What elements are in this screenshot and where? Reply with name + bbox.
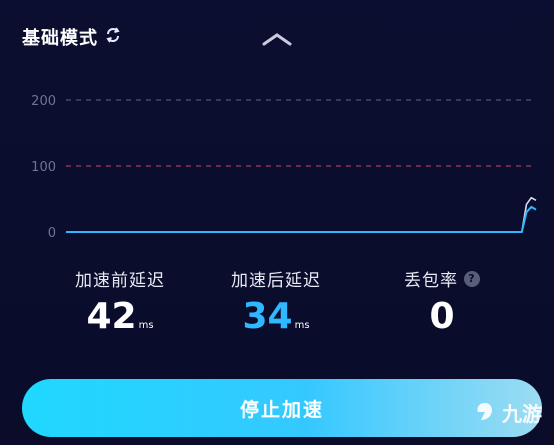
latency-chart: 200 100 0 bbox=[31, 94, 537, 241]
collapse-chevron-icon[interactable] bbox=[260, 30, 294, 48]
latency-after-stat: 加速后延迟 34 ms bbox=[206, 266, 346, 346]
y-tick-label: 200 bbox=[31, 94, 56, 109]
latency-before-unit: ms bbox=[138, 320, 154, 331]
latency-before-stat: 加速前延迟 42 ms bbox=[50, 266, 190, 346]
refresh-icon[interactable] bbox=[104, 26, 122, 48]
packet-loss-stat: 丢包率 ? 0 bbox=[372, 266, 512, 337]
latency-before-number: 42 bbox=[86, 296, 137, 337]
y-tick-label: 0 bbox=[48, 226, 56, 241]
stop-acceleration-button[interactable]: 停止加速 bbox=[22, 379, 542, 437]
packet-loss-number: 0 bbox=[429, 296, 455, 337]
latency-after-number: 34 bbox=[242, 296, 293, 337]
latency-series-line bbox=[66, 205, 537, 233]
packet-loss-label: 丢包率 bbox=[404, 271, 458, 291]
watermark: 九游 bbox=[472, 398, 542, 427]
packet-loss-value: 0 bbox=[372, 297, 512, 337]
mode-switcher[interactable]: 基础模式 bbox=[22, 24, 122, 50]
latency-after-value: 34 ms bbox=[206, 297, 346, 346]
latency-after-unit: ms bbox=[294, 320, 310, 331]
latency-before-label: 加速前延迟 bbox=[75, 271, 165, 291]
latency-series-line bbox=[66, 196, 537, 233]
mode-title: 基础模式 bbox=[22, 28, 98, 49]
stop-acceleration-label: 停止加速 bbox=[239, 398, 324, 421]
accelerator-panel: 基础模式 200 100 0 加速前延迟 42 ms 加速后延迟 34 ms 丢… bbox=[0, 0, 554, 445]
help-icon[interactable]: ? bbox=[464, 270, 480, 287]
latency-before-value: 42 ms bbox=[50, 297, 190, 346]
watermark-logo-icon bbox=[477, 402, 492, 420]
latency-after-label: 加速后延迟 bbox=[231, 271, 321, 291]
y-tick-label: 100 bbox=[31, 160, 56, 175]
watermark-text: 九游 bbox=[502, 402, 542, 426]
